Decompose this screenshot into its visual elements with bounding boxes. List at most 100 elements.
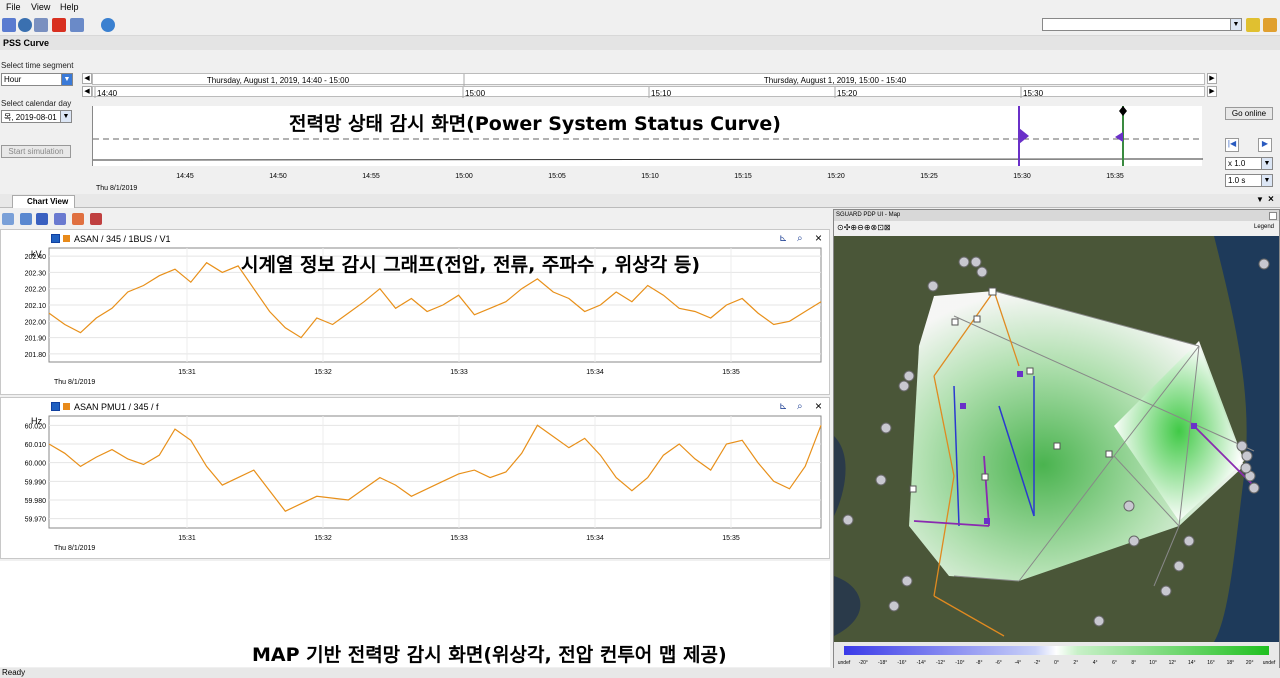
timeline-left-label: Thursday, August 1, 2019, 14:40 - 15:00	[207, 76, 350, 85]
x-tick-label: 15:32	[314, 535, 332, 542]
timeline-next-icon[interactable]: ▶	[1207, 73, 1217, 84]
timeline-subrange[interactable]: 14:40 15:00 15:10 15:20 15:30	[92, 86, 1205, 98]
scale-label: -16°	[897, 660, 906, 666]
close-icon[interactable]: ×	[1268, 194, 1274, 205]
annotation-map: MAP 기반 전력망 감시 화면(위상각, 전압 컨투어 맵 제공)	[252, 644, 727, 666]
x-tick-label: 15:34	[586, 535, 604, 542]
chart-date: Thu 8/1/2019	[54, 379, 95, 386]
pss-axis-tick: 14:50	[269, 173, 287, 180]
y-tick-label: 202.10	[25, 303, 47, 310]
fit-icon[interactable]	[2, 213, 14, 225]
pss-axis-tick: 14:55	[362, 173, 380, 180]
timeline-right-label: Thursday, August 1, 2019, 15:00 - 15:40	[764, 76, 907, 85]
chevron-down-icon[interactable]: ▼	[1261, 158, 1272, 169]
lock-icon[interactable]	[1246, 18, 1260, 32]
calendar-select[interactable]: 목, 2019-08-01 ▼	[1, 110, 72, 123]
globe-icon[interactable]	[18, 18, 32, 32]
scale-label: 0°	[1054, 660, 1059, 666]
timeline-prev-icon[interactable]: ◀	[82, 73, 92, 84]
y-tick-label: 59.970	[25, 517, 47, 524]
map-panel[interactable]: SGUARD PDP UI - Map ⊙✣⊕⊖⊕⊗⊡⊠ Legend unde…	[833, 209, 1280, 669]
dropdown-icon[interactable]: ▼	[1256, 195, 1264, 204]
scale-label: undef	[1263, 660, 1276, 666]
trend-icon[interactable]	[70, 18, 84, 32]
annotation-pss: 전력망 상태 감시 화면(Power System Status Curve)	[289, 113, 781, 135]
menu-file[interactable]: File	[6, 2, 21, 12]
scale-label: -18°	[878, 660, 887, 666]
speed-select[interactable]: x 1.0 ▼	[1225, 157, 1273, 170]
timeline-range[interactable]: Thursday, August 1, 2019, 14:40 - 15:00 …	[92, 73, 1205, 86]
y-tick-label: 201.90	[25, 336, 47, 343]
chevron-down-icon[interactable]: ▼	[60, 111, 71, 122]
refresh-icon[interactable]	[101, 18, 115, 32]
alarm-icon[interactable]	[52, 18, 66, 32]
skip-start-icon[interactable]: |◀	[1225, 138, 1239, 152]
pss-date: Thu 8/1/2019	[96, 185, 137, 192]
chevron-down-icon[interactable]: ▼	[1230, 19, 1241, 30]
scale-label: 2°	[1073, 660, 1078, 666]
y-tick-label: 201.80	[25, 352, 47, 359]
y-tick-label: 59.990	[25, 479, 47, 486]
chevron-down-icon[interactable]: ▼	[61, 74, 72, 85]
unlock-icon[interactable]	[1263, 18, 1277, 32]
scale-label: 16°	[1207, 660, 1215, 666]
time-segment-select[interactable]: Hour ▼	[1, 73, 73, 86]
y-tick-label: 60.000	[25, 461, 47, 468]
annotation-timeseries: 시계열 정보 감시 그래프(전압, 전류, 주파수 , 위상각 등)	[241, 254, 701, 276]
scale-label: -10°	[955, 660, 964, 666]
chart-date: Thu 8/1/2019	[54, 545, 95, 552]
map-close-icon[interactable]	[1269, 212, 1277, 220]
tools-icon[interactable]	[90, 213, 102, 225]
pss-axis-tick: 15:15	[734, 173, 752, 180]
chevron-down-icon[interactable]: ▼	[1261, 175, 1272, 186]
zoom-y-icon[interactable]	[20, 213, 32, 225]
timeline-sub-tick-label: 14:40	[97, 89, 118, 98]
menu-help[interactable]: Help	[60, 2, 79, 12]
map-canvas[interactable]	[834, 236, 1279, 642]
menu-view[interactable]: View	[31, 2, 50, 12]
status-bar: Ready	[0, 668, 1280, 678]
chart-panel-frequency: ASAN PMU1 / 345 / f ⊾ ⌕ × Hz Thu 8/1/201…	[0, 397, 830, 559]
start-simulation-button[interactable]: Start simulation	[1, 145, 71, 158]
toolbar: ▼	[0, 14, 1280, 36]
timeline-sub-prev-icon[interactable]: ◀	[82, 86, 92, 97]
scale-label: -14°	[917, 660, 926, 666]
tab-chart-view[interactable]: Chart View	[12, 195, 76, 208]
status-text: Ready	[2, 668, 26, 677]
scale-label: 14°	[1188, 660, 1196, 666]
scale-label: 6°	[1112, 660, 1117, 666]
scale-label: -20°	[859, 660, 868, 666]
settings-icon[interactable]	[34, 18, 48, 32]
scale-label: 8°	[1131, 660, 1136, 666]
x-tick-label: 15:31	[178, 535, 196, 542]
x-tick-label: 15:33	[450, 369, 468, 376]
frequency-chart[interactable]: Hz Thu 8/1/2019 60.02060.01060.00059.990…	[1, 398, 831, 560]
go-online-button[interactable]: Go online	[1225, 107, 1273, 120]
arrow-icon[interactable]	[72, 213, 84, 225]
pss-axis-tick: 15:20	[827, 173, 845, 180]
timeline-sub-tick-label: 15:30	[1023, 89, 1044, 98]
calendar-value: 목, 2019-08-01	[4, 113, 57, 122]
timeline-sub-next-icon[interactable]: ▶	[1207, 86, 1217, 97]
search-combo[interactable]: ▼	[1042, 18, 1242, 31]
x-tick-label: 15:35	[722, 535, 740, 542]
line-chart-icon[interactable]	[54, 213, 66, 225]
calendar-label: Select calendar day	[1, 99, 72, 108]
x-tick-label: 15:34	[586, 369, 604, 376]
map-title: SGUARD PDP UI - Map	[834, 210, 1279, 221]
scale-label: -2°	[1034, 660, 1040, 666]
chart-tabbar: Chart View ▼ ×	[0, 194, 1280, 208]
y-tick-label: 60.010	[25, 442, 47, 449]
timeline-sub-tick-label: 15:00	[465, 89, 486, 98]
timeline-sub-tick-label: 15:10	[651, 89, 672, 98]
map-tools-icon[interactable]: ⊙✣⊕⊖⊕⊗⊡⊠	[837, 223, 891, 232]
pss-axis-tick: 15:30	[1013, 173, 1031, 180]
play-icon[interactable]: ▶	[1258, 138, 1272, 152]
legend-button[interactable]: Legend	[1254, 224, 1274, 230]
pss-axis-tick: 14:45	[176, 173, 194, 180]
scale-label: 4°	[1093, 660, 1098, 666]
chart-icon[interactable]	[2, 18, 16, 32]
y-tick-label: 202.00	[25, 319, 47, 326]
interval-select[interactable]: 1.0 s ▼	[1225, 174, 1273, 187]
expand-icon[interactable]	[36, 213, 48, 225]
